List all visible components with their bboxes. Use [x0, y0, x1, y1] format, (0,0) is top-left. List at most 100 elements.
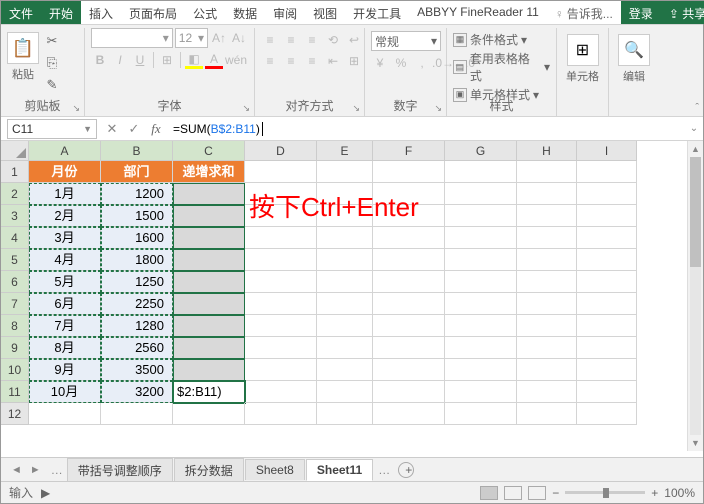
cell[interactable] [373, 315, 445, 337]
font-color-button[interactable]: A [205, 51, 223, 69]
cell[interactable] [373, 249, 445, 271]
tab-share[interactable]: ⇪ 共享 [661, 1, 704, 24]
cell[interactable]: 1500 [101, 205, 173, 227]
row-header[interactable]: 2 [1, 183, 29, 205]
cell[interactable]: 7月 [29, 315, 101, 337]
cell[interactable] [445, 359, 517, 381]
align-center-button[interactable]: ≡ [282, 52, 300, 70]
tab-tellme[interactable]: ♀告诉我... [547, 1, 621, 24]
number-launcher[interactable]: ↘ [434, 103, 442, 114]
cell[interactable] [245, 381, 317, 403]
cell[interactable] [101, 403, 173, 425]
row-header[interactable]: 10 [1, 359, 29, 381]
cell[interactable] [373, 359, 445, 381]
cut-button[interactable]: ✂ [43, 32, 61, 50]
align-launcher[interactable]: ↘ [352, 103, 360, 114]
cell[interactable]: 1月 [29, 183, 101, 205]
select-all-corner[interactable] [1, 141, 29, 161]
row-header[interactable]: 4 [1, 227, 29, 249]
cell[interactable] [577, 381, 637, 403]
cell[interactable]: 1600 [101, 227, 173, 249]
column-header[interactable]: C [173, 141, 245, 161]
tab-data[interactable]: 数据 [225, 1, 265, 24]
row-header[interactable]: 1 [1, 161, 29, 183]
cell[interactable] [445, 315, 517, 337]
cell[interactable] [577, 161, 637, 183]
copy-button[interactable]: ⎘ [43, 54, 61, 72]
vertical-scrollbar[interactable]: ▲ ▼ [687, 141, 703, 451]
bold-button[interactable]: B [91, 51, 109, 69]
sheet-more-right[interactable]: … [378, 463, 390, 477]
cell[interactable]: 递增求和 [173, 161, 245, 183]
tab-login[interactable]: 登录 [621, 1, 661, 24]
tab-file[interactable]: 文件 [1, 1, 41, 24]
align-middle-button[interactable]: ≡ [282, 31, 300, 49]
conditional-formatting-button[interactable]: ▦条件格式 ▾ [453, 31, 550, 48]
cell[interactable] [317, 337, 373, 359]
cell[interactable] [245, 359, 317, 381]
tab-home[interactable]: 开始 [41, 1, 81, 24]
cell[interactable] [373, 403, 445, 425]
macro-record-icon[interactable]: ▶ [41, 486, 50, 500]
cell[interactable] [245, 271, 317, 293]
cell[interactable] [373, 183, 445, 205]
sheet-nav-prev[interactable]: ◄ [7, 464, 26, 476]
zoom-in-button[interactable]: + [651, 486, 658, 500]
tab-review[interactable]: 审阅 [265, 1, 305, 24]
increase-font-button[interactable]: A↑ [210, 29, 228, 47]
row-header[interactable]: 3 [1, 205, 29, 227]
cell[interactable] [517, 381, 577, 403]
decrease-indent-button[interactable]: ⇤ [324, 52, 342, 70]
cell[interactable] [445, 337, 517, 359]
column-header[interactable]: H [517, 141, 577, 161]
cell[interactable]: 1280 [101, 315, 173, 337]
cell[interactable] [445, 271, 517, 293]
cell[interactable] [317, 183, 373, 205]
fill-color-button[interactable]: ◧ [185, 51, 203, 69]
enter-formula-button[interactable]: ✓ [123, 121, 145, 137]
name-box[interactable]: C11▼ [7, 119, 97, 139]
cell[interactable] [245, 403, 317, 425]
comma-button[interactable]: , [413, 54, 431, 72]
cell[interactable] [517, 183, 577, 205]
sheet-tab[interactable]: 带括号调整顺序 [67, 458, 173, 482]
cells-button[interactable]: ⊞ [567, 34, 599, 66]
cell[interactable] [317, 227, 373, 249]
phonetic-button[interactable]: wén [225, 51, 247, 69]
cell[interactable] [245, 205, 317, 227]
column-header[interactable]: E [317, 141, 373, 161]
font-size-combo[interactable]: 12▾ [175, 28, 208, 48]
cell[interactable] [517, 403, 577, 425]
sheet-tab-active[interactable]: Sheet11 [306, 459, 373, 481]
cell[interactable] [317, 271, 373, 293]
column-header[interactable]: G [445, 141, 517, 161]
cell[interactable] [577, 293, 637, 315]
cell[interactable] [373, 337, 445, 359]
row-header[interactable]: 7 [1, 293, 29, 315]
cell[interactable] [445, 249, 517, 271]
cell[interactable] [317, 359, 373, 381]
row-header[interactable]: 6 [1, 271, 29, 293]
column-header[interactable]: A [29, 141, 101, 161]
cell[interactable] [173, 271, 245, 293]
cell[interactable] [173, 337, 245, 359]
cell[interactable] [517, 205, 577, 227]
font-name-combo[interactable]: ▾ [91, 28, 173, 48]
column-header[interactable]: I [577, 141, 637, 161]
cell[interactable] [173, 293, 245, 315]
align-bottom-button[interactable]: ≡ [303, 31, 321, 49]
tab-devtools[interactable]: 开发工具 [345, 1, 409, 24]
cell[interactable]: 5月 [29, 271, 101, 293]
normal-view-button[interactable] [480, 486, 498, 500]
cell[interactable] [173, 403, 245, 425]
cell[interactable] [517, 337, 577, 359]
sheet-nav-next[interactable]: ► [26, 464, 45, 476]
cell[interactable]: 3500 [101, 359, 173, 381]
tab-view[interactable]: 视图 [305, 1, 345, 24]
font-launcher[interactable]: ↘ [242, 103, 250, 114]
cell[interactable] [245, 161, 317, 183]
currency-button[interactable]: ¥ [371, 54, 389, 72]
cell[interactable] [29, 403, 101, 425]
cell[interactable] [317, 205, 373, 227]
cell[interactable] [317, 403, 373, 425]
